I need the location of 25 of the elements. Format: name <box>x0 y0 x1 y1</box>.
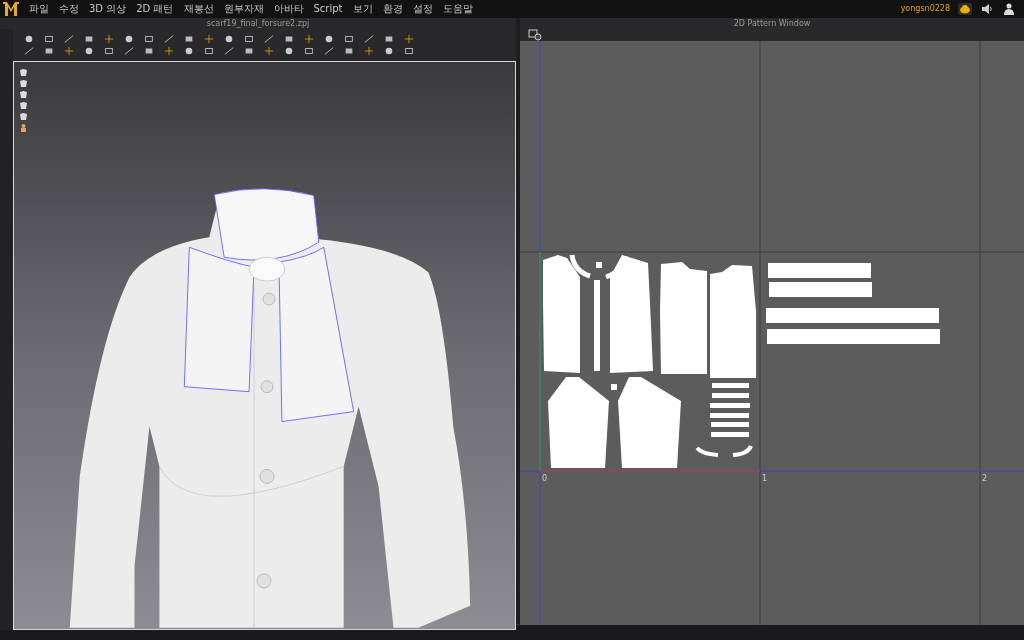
speaker-icon[interactable] <box>980 3 994 15</box>
menu-item[interactable]: 아바타 <box>268 0 309 18</box>
menu-item[interactable]: 원부자재 <box>218 0 269 18</box>
menu-item[interactable]: 2D 패턴 <box>131 0 179 18</box>
username: yongsn0228 <box>900 3 950 15</box>
user-icon[interactable] <box>1002 3 1016 15</box>
menu-item[interactable]: 파일 <box>24 0 54 18</box>
window-title: scarf19_final_forsure2.zpj <box>0 18 516 29</box>
axis-label: 1 <box>762 474 768 483</box>
menu-item[interactable]: 수정 <box>54 0 84 18</box>
axis-label: 0 <box>542 474 548 483</box>
cloud-icon[interactable] <box>958 3 972 15</box>
menu-item[interactable]: 3D 의상 <box>84 0 132 18</box>
camera-icon[interactable] <box>528 29 542 41</box>
tool-icon[interactable] <box>19 123 28 132</box>
app-logo-icon <box>2 1 20 17</box>
menu-item[interactable]: 설정 <box>407 0 438 18</box>
3d-viewport[interactable] <box>13 61 516 630</box>
menu-item[interactable]: 환경 <box>377 0 408 18</box>
menu-item[interactable]: 도움말 <box>437 0 478 18</box>
window-title: 2D Pattern Window <box>520 18 1024 29</box>
axis-label: 2 <box>982 474 988 483</box>
menu-item[interactable]: 보기 <box>347 0 378 18</box>
menu-item[interactable]: 재봉선 <box>178 0 219 18</box>
menu-item[interactable]: Script <box>308 0 348 18</box>
